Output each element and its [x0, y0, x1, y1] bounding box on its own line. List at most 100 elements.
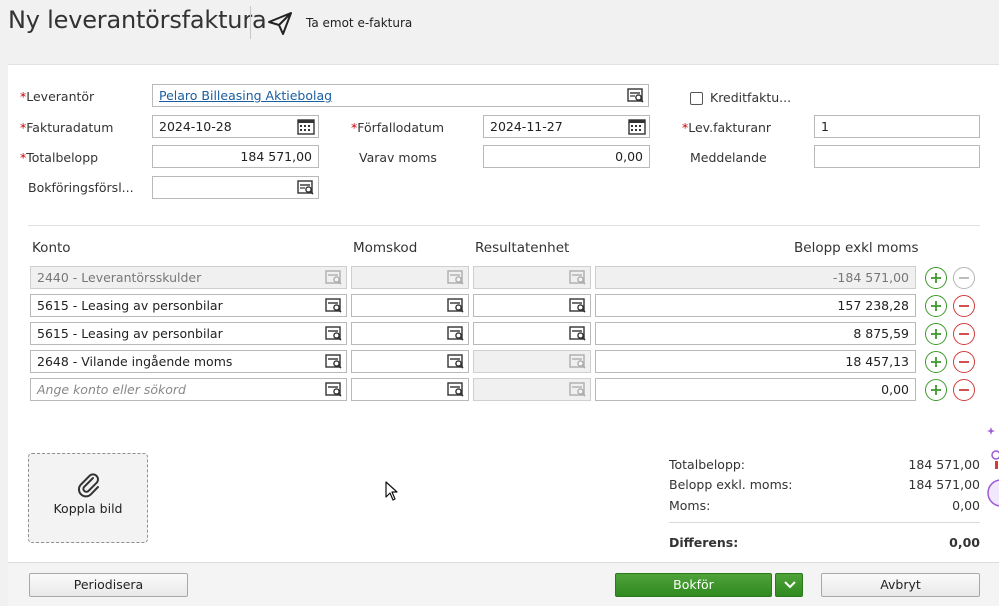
meddelande-field[interactable] — [814, 145, 980, 168]
summary-totalbelopp-value: 184 571,00 — [908, 457, 980, 472]
remove-row-button[interactable] — [953, 323, 975, 345]
add-row-button[interactable] — [925, 379, 947, 401]
page-title: Ny leverantörsfaktura — [8, 6, 267, 34]
page-header: Ny leverantörsfaktura Ta emot e-faktura — [0, 0, 999, 48]
minus-icon — [959, 277, 969, 279]
resultatenhet-cell — [473, 350, 591, 373]
bokfor-button[interactable]: Bokför — [615, 573, 772, 597]
calendar-icon[interactable] — [628, 118, 646, 135]
meddelande-label: Meddelande — [690, 150, 767, 165]
plus-icon — [931, 385, 941, 395]
konto-value: 5615 - Leasing av personbilar — [37, 298, 223, 313]
konto-value: 2648 - Vilande ingående moms — [37, 354, 233, 369]
momskod-cell[interactable] — [351, 322, 469, 345]
summary-differens-label: Differens: — [669, 535, 739, 550]
momskod-cell — [351, 266, 469, 289]
belopp-cell[interactable]: 8 875,59 — [595, 322, 916, 345]
varav-moms-label: Varav moms — [359, 150, 437, 165]
paperclip-icon — [78, 473, 99, 498]
totalbelopp-field[interactable]: 184 571,00 — [152, 145, 319, 168]
belopp-value: 0,00 — [881, 382, 909, 397]
receive-efaktura-link[interactable]: Ta emot e-faktura — [306, 16, 412, 30]
belopp-value: 8 875,59 — [853, 326, 909, 341]
fakturadatum-value: 2024-10-28 — [159, 119, 232, 134]
resultatenhet-cell[interactable] — [473, 294, 591, 317]
leverantor-value[interactable]: Pelaro Billeasing Aktiebolag — [159, 88, 332, 103]
momskod-cell[interactable] — [351, 294, 469, 317]
send-icon[interactable] — [266, 10, 294, 36]
levfakturanr-label: *Lev.fakturanr — [682, 120, 772, 135]
summary-moms-value: 0,00 — [952, 498, 980, 513]
remove-row-button[interactable] — [953, 379, 975, 401]
periodisera-button[interactable]: Periodisera — [29, 573, 188, 597]
search-list-icon[interactable] — [297, 179, 315, 196]
plus-icon — [931, 301, 941, 311]
forfallodatum-value: 2024-11-27 — [490, 119, 563, 134]
varav-moms-field[interactable]: 0,00 — [483, 145, 650, 168]
belopp-value: 157 238,28 — [837, 298, 909, 313]
momskod-cell[interactable] — [351, 350, 469, 373]
minus-icon — [959, 333, 969, 335]
belopp-cell[interactable]: 0,00 — [595, 378, 916, 401]
summary-divider — [669, 522, 980, 523]
attach-image-button[interactable]: Koppla bild — [28, 453, 148, 543]
search-list-icon[interactable] — [627, 87, 645, 104]
add-row-button[interactable] — [925, 351, 947, 373]
search-list-icon[interactable] — [325, 325, 343, 342]
levfakturanr-field[interactable]: 1 — [814, 115, 980, 138]
forfallodatum-field[interactable]: 2024-11-27 — [483, 115, 650, 138]
search-list-icon — [569, 382, 586, 397]
add-row-button[interactable] — [925, 323, 947, 345]
remove-row-button[interactable] — [953, 351, 975, 373]
search-list-icon[interactable] — [569, 325, 587, 342]
plus-icon — [931, 357, 941, 367]
minus-icon — [959, 389, 969, 391]
summary-moms-label: Moms: — [669, 498, 711, 513]
summary-belopp-exkl-label: Belopp exkl. moms: — [669, 477, 793, 492]
search-list-icon[interactable] — [325, 381, 343, 398]
assistant-widget-icon[interactable] — [981, 425, 999, 515]
chevron-down-icon — [784, 581, 796, 589]
search-list-icon[interactable] — [325, 297, 343, 314]
konto-cell[interactable]: 5615 - Leasing av personbilar — [30, 322, 347, 345]
search-list-icon[interactable] — [569, 297, 587, 314]
bokforingsforslag-field[interactable] — [152, 176, 319, 199]
add-row-button[interactable] — [925, 267, 947, 289]
plus-icon — [931, 273, 941, 283]
fakturadatum-field[interactable]: 2024-10-28 — [152, 115, 319, 138]
belopp-value: 18 457,13 — [845, 354, 909, 369]
varav-moms-value: 0,00 — [615, 149, 643, 164]
konto-cell[interactable]: 5615 - Leasing av personbilar — [30, 294, 347, 317]
search-list-icon[interactable] — [447, 325, 465, 342]
leverantor-label: *Leverantör — [20, 89, 95, 104]
bokforingsforslag-label: Bokföringsförsl... — [28, 180, 134, 195]
summary-totalbelopp-label: Totalbelopp: — [669, 457, 746, 472]
col-header-belopp: Belopp exkl moms — [794, 240, 919, 256]
konto-cell[interactable]: 2648 - Vilande ingående moms — [30, 350, 347, 373]
momskod-cell[interactable] — [351, 378, 469, 401]
konto-value: 5615 - Leasing av personbilar — [37, 326, 223, 341]
bokfor-options-button[interactable] — [775, 573, 803, 597]
kreditfaktura-checkbox[interactable] — [690, 92, 703, 105]
attach-image-label: Koppla bild — [53, 501, 123, 516]
fakturadatum-label: *Fakturadatum — [20, 120, 114, 135]
mouse-cursor-icon — [385, 481, 398, 501]
search-list-icon[interactable] — [325, 353, 343, 370]
calendar-icon[interactable] — [297, 118, 315, 135]
resultatenhet-cell[interactable] — [473, 322, 591, 345]
belopp-cell[interactable]: 18 457,13 — [595, 350, 916, 373]
avbryt-button[interactable]: Avbryt — [821, 573, 980, 597]
belopp-value: -184 571,00 — [832, 270, 909, 285]
totalbelopp-value: 184 571,00 — [240, 149, 312, 164]
search-list-icon[interactable] — [447, 353, 465, 370]
leverantor-field[interactable]: Pelaro Billeasing Aktiebolag — [152, 84, 649, 107]
section-divider — [28, 225, 980, 226]
search-list-icon[interactable] — [447, 381, 465, 398]
konto-input[interactable]: Ange konto eller sökord — [30, 378, 347, 401]
belopp-cell[interactable]: 157 238,28 — [595, 294, 916, 317]
remove-row-button[interactable] — [953, 295, 975, 317]
forfallodatum-label: *Förfallodatum — [351, 120, 445, 135]
search-list-icon[interactable] — [447, 297, 465, 314]
resultatenhet-cell — [473, 266, 591, 289]
add-row-button[interactable] — [925, 295, 947, 317]
